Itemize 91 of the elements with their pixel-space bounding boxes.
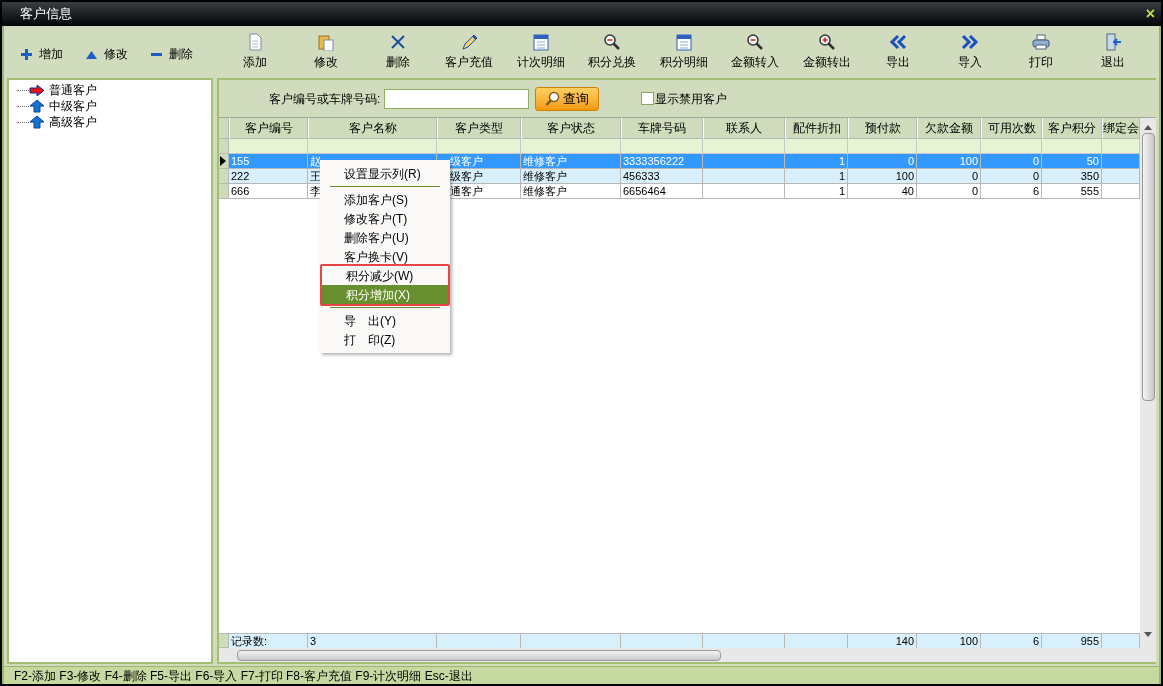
zoom-out-icon (603, 33, 622, 51)
table-cell-text: 6 (1032, 183, 1039, 199)
calendar-icon (674, 33, 693, 51)
zoom-in-icon (817, 33, 836, 51)
table-cell-text: 级客户 (450, 153, 483, 169)
row-header-cell (219, 139, 229, 154)
horizontal-scrollbar-thumb[interactable] (237, 649, 721, 661)
scroll-up-icon[interactable] (1144, 124, 1152, 130)
table-cell-text: 通客户 (450, 183, 483, 199)
door-exit-icon (1103, 33, 1122, 51)
status-bar-text: F2-添加 F3-修改 F4-删除 F5-导出 F6-导入 F7-打印 F8-客户充值 F9-计次明细 Esc-退出 (14, 667, 473, 685)
toolbar-button[interactable]: 增加 (20, 45, 63, 63)
toolbar-button[interactable]: 积分明细 (648, 33, 720, 71)
toolbar-button[interactable]: 添加 (219, 33, 291, 71)
table-cell-text: 0 (907, 153, 914, 169)
scroll-down-icon[interactable] (1144, 632, 1152, 638)
table-cell-text: 222 (231, 168, 250, 184)
table-cell-text: 李 (310, 183, 321, 199)
toolbar-button[interactable]: 修改 (290, 33, 362, 71)
menu-item[interactable]: 删除客户(U) (320, 228, 450, 247)
table-cell-text: 6656464 (623, 183, 666, 199)
table-cell-text: 赵 (310, 153, 321, 169)
tree-item[interactable]: 中级客户 (48, 97, 98, 115)
search-label: 客户编号或车牌号码: (269, 90, 381, 108)
menu-item[interactable]: 导 出(Y) (320, 311, 450, 330)
double-right-arrow-icon (960, 33, 979, 51)
table-cell-text: 40 (901, 183, 914, 199)
table-cell-text: 100 (895, 168, 914, 184)
search-icon (545, 90, 562, 107)
toolbar-button[interactable]: 删除 (150, 45, 193, 63)
table-cell-text: 350 (1080, 168, 1099, 184)
vertical-scrollbar[interactable] (1140, 118, 1156, 662)
table-cell-text: 级客户 (450, 168, 483, 184)
table-cell-text: 100 (959, 153, 978, 169)
search-button[interactable]: 查询 (535, 86, 600, 111)
window-title: 客户信息 (20, 5, 72, 24)
toolbar-button[interactable]: 计次明细 (505, 33, 577, 71)
summary-cell-text: 140 (895, 633, 914, 649)
toolbar-button[interactable]: 导入 (934, 33, 1006, 71)
checkbox-label: 显示禁用客户 (655, 90, 728, 108)
zoom-out-icon (746, 33, 765, 51)
close-button[interactable]: × (1145, 6, 1155, 22)
menu-item[interactable]: 修改客户(T) (320, 209, 450, 228)
table-cell-text: 1 (838, 183, 845, 199)
row-header-cell (219, 184, 229, 199)
plus-icon (20, 47, 33, 61)
toolbar-button[interactable]: 金额转入 (719, 33, 791, 71)
row-header-cell (219, 169, 229, 184)
clipboard-icon (317, 33, 336, 51)
table-cell-text: 王 (310, 168, 321, 184)
table-cell-text: 50 (1086, 153, 1099, 169)
toolbar-button[interactable]: 客户充值 (433, 33, 505, 71)
table-cell-text: 555 (1080, 183, 1099, 199)
menu-item[interactable]: 打 印(Z) (320, 330, 450, 349)
toolbar-button[interactable]: 导出 (862, 33, 934, 71)
table-cell-text: 0 (1032, 153, 1039, 169)
menu-item[interactable]: 积分增加(X) (322, 285, 448, 304)
tree-item[interactable]: 普通客户 (48, 81, 98, 99)
toolbar-button[interactable]: 打印 (1005, 33, 1077, 71)
toolbar-button[interactable]: 退出 (1077, 33, 1149, 71)
table-cell-text: 维修客户 (523, 168, 567, 184)
toolbar-button[interactable]: 积分兑换 (576, 33, 648, 71)
menu-item[interactable]: 积分减少(W) (322, 266, 448, 285)
checkbox[interactable] (641, 92, 655, 105)
summary-cell-text: 955 (1080, 633, 1099, 649)
printer-icon (1032, 33, 1051, 51)
summary-cell-text: 记录数: (231, 633, 268, 649)
toolbar-button[interactable]: 删除 (362, 33, 434, 71)
table-cell-text: 维修客户 (523, 153, 567, 169)
pen-icon (460, 33, 479, 51)
calendar-icon (531, 33, 550, 51)
menu-item[interactable]: 客户换卡(V) (320, 247, 450, 266)
table-cell-text: 3333356222 (623, 153, 685, 169)
toolbar-button[interactable]: 金额转出 (791, 33, 863, 71)
search-field[interactable] (384, 88, 530, 109)
summary-cell-text: 6 (1032, 633, 1039, 649)
table-cell-text: 456333 (623, 168, 660, 184)
table-cell-text: 666 (231, 183, 250, 199)
table-cell-text: 1 (838, 153, 845, 169)
table-cell-text: 155 (231, 153, 250, 169)
summary-cell-text: 3 (310, 633, 317, 649)
toolbar-button[interactable]: 修改 (85, 45, 128, 63)
table-cell-text: 0 (971, 183, 978, 199)
table-cell-text: 0 (971, 168, 978, 184)
table-cell-text: 1 (838, 168, 845, 184)
double-left-arrow-icon (889, 33, 908, 51)
cross-icon (388, 33, 407, 51)
table-cell-text: 0 (1032, 168, 1039, 184)
table-cell-text: 维修客户 (523, 183, 567, 199)
tree-item[interactable]: 高级客户 (48, 113, 98, 131)
summary-cell-text: 100 (959, 633, 978, 649)
